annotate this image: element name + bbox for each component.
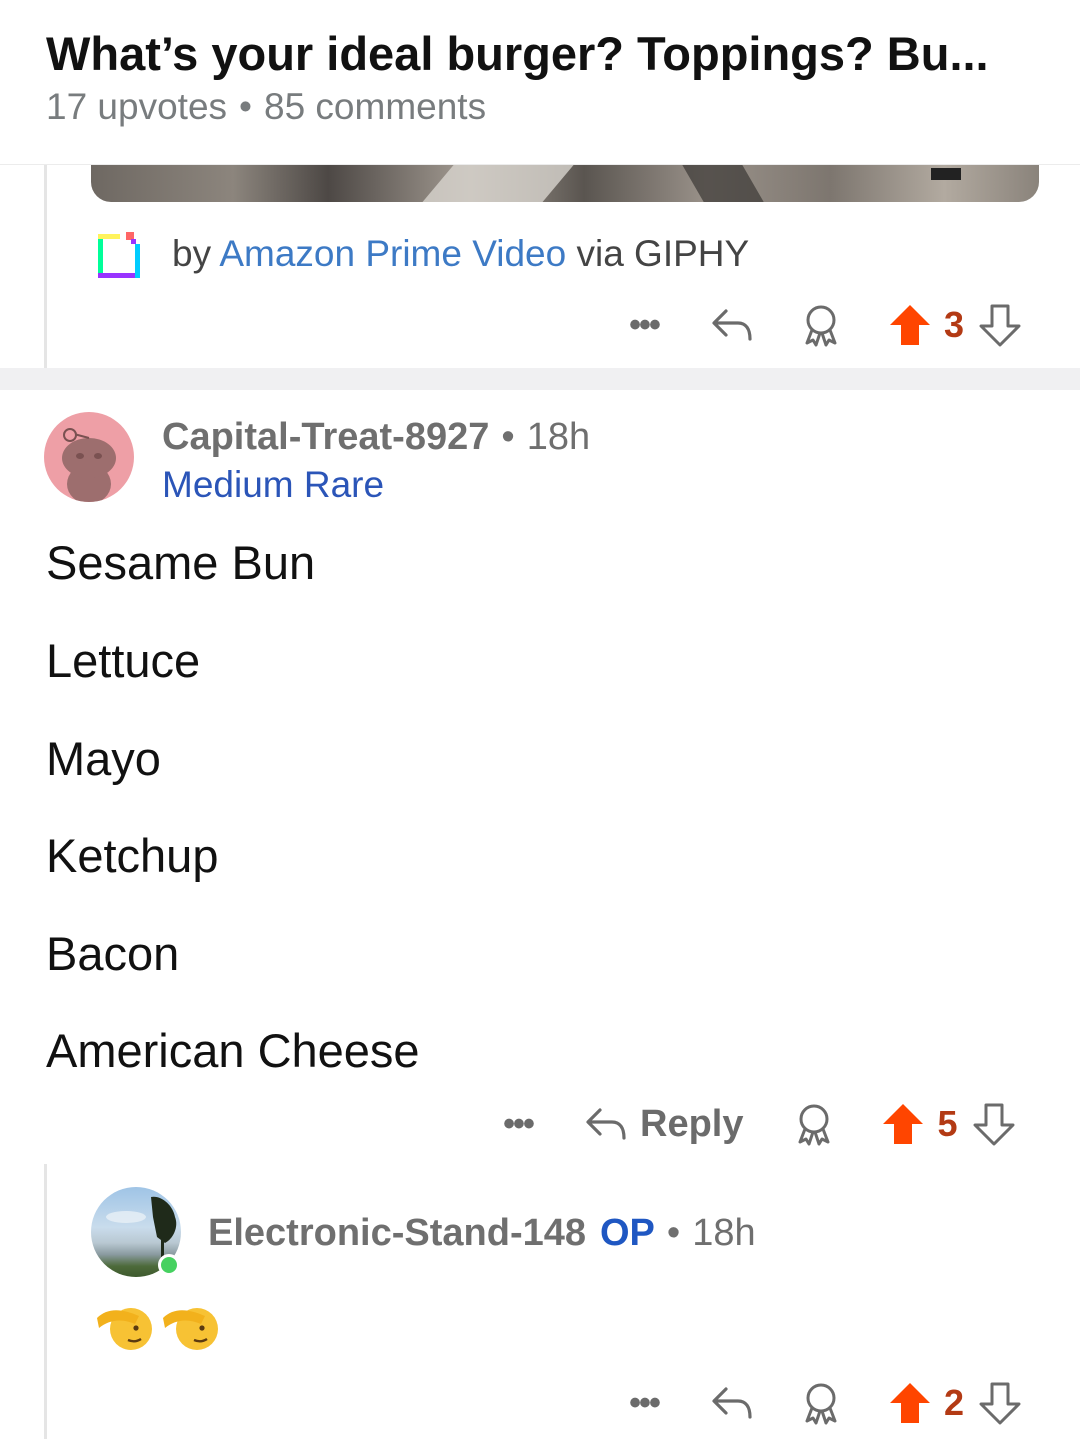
downvote-button[interactable] bbox=[978, 1381, 1022, 1425]
score: 2 bbox=[944, 1382, 965, 1423]
comment-author[interactable]: Electronic-Stand-148 OP • 18h bbox=[208, 1212, 756, 1255]
upvote-button[interactable] bbox=[888, 303, 932, 347]
upvote-arrow-icon bbox=[890, 1383, 930, 1423]
score: 5 bbox=[937, 1103, 958, 1144]
thread-line[interactable] bbox=[44, 165, 47, 368]
upvote-arrow-icon bbox=[890, 305, 930, 345]
downvote-arrow-icon bbox=[973, 1103, 1015, 1146]
user-flair: Medium Rare bbox=[162, 464, 385, 505]
thread-line[interactable] bbox=[44, 1164, 47, 1439]
giphy-attribution: by Amazon Prime Video via GIPHY bbox=[96, 228, 749, 280]
post-meta: 17 upvotes • 85 comments bbox=[46, 86, 486, 128]
gif-detail bbox=[931, 168, 961, 180]
comment-actions: ••• 2 bbox=[622, 1378, 1022, 1428]
snoo-avatar-icon bbox=[62, 428, 116, 502]
comment-actions: ••• 3 bbox=[622, 300, 1022, 350]
more-options-button[interactable]: ••• bbox=[496, 1105, 540, 1144]
meta-separator: • bbox=[239, 86, 252, 127]
more-options-button[interactable]: ••• bbox=[622, 1384, 666, 1423]
reply-arrow-icon bbox=[712, 1387, 752, 1419]
comment-actions: ••• Reply 5 bbox=[496, 1098, 1016, 1150]
award-icon bbox=[805, 305, 837, 347]
upvote-button[interactable] bbox=[888, 1381, 932, 1425]
username-text[interactable]: Capital-Treat-8927 bbox=[162, 416, 489, 458]
award-icon bbox=[798, 1104, 830, 1146]
avatar[interactable] bbox=[44, 412, 134, 502]
reply-arrow-icon bbox=[712, 309, 752, 341]
more-options-button[interactable]: ••• bbox=[622, 306, 666, 345]
upvote-count: 17 upvotes bbox=[46, 86, 228, 127]
online-status-indicator bbox=[158, 1254, 180, 1276]
award-icon bbox=[805, 1383, 837, 1425]
comment-body-line: Ketchup bbox=[46, 829, 219, 882]
comment-author[interactable]: Capital-Treat-8927 • 18h bbox=[162, 416, 590, 459]
upvote-button[interactable] bbox=[881, 1102, 925, 1146]
comment-count: 85 comments bbox=[264, 86, 487, 127]
award-button[interactable] bbox=[800, 1381, 842, 1425]
post-title[interactable]: What’s your ideal burger? Toppings? Bu..… bbox=[46, 26, 1046, 81]
username-text[interactable]: Electronic-Stand-148 bbox=[208, 1212, 586, 1254]
comment-body-line: Lettuce bbox=[46, 634, 201, 687]
comment-time: 18h bbox=[692, 1212, 756, 1254]
comment-body-line: American Cheese bbox=[46, 1024, 420, 1077]
reply-button[interactable]: Reply bbox=[584, 1103, 743, 1146]
comment-time: 18h bbox=[526, 416, 591, 458]
post-header[interactable]: What’s your ideal burger? Toppings? Bu..… bbox=[0, 0, 1080, 165]
reply-button[interactable] bbox=[710, 305, 754, 345]
op-badge: OP bbox=[600, 1212, 655, 1254]
downvote-button[interactable] bbox=[978, 303, 1022, 347]
downvote-arrow-icon bbox=[979, 1382, 1021, 1425]
meta-separator: • bbox=[666, 1212, 681, 1254]
score: 3 bbox=[944, 304, 965, 345]
comment-divider bbox=[0, 368, 1080, 390]
downvote-button[interactable] bbox=[972, 1102, 1016, 1146]
downvote-arrow-icon bbox=[979, 304, 1021, 347]
reply-arrow-icon bbox=[586, 1108, 626, 1140]
reply-button[interactable] bbox=[710, 1383, 754, 1423]
comment-body-line: Sesame Bun bbox=[46, 536, 316, 589]
giphy-source-link[interactable]: Amazon Prime Video bbox=[219, 233, 566, 274]
comment-body-line: Mayo bbox=[46, 732, 161, 785]
award-button[interactable] bbox=[800, 303, 842, 347]
comment-emoji bbox=[95, 1298, 219, 1356]
giphy-via: via GIPHY bbox=[576, 233, 750, 274]
giphy-by: by bbox=[172, 233, 212, 274]
saluting-face-emoji bbox=[97, 1308, 218, 1350]
upvote-arrow-icon bbox=[883, 1104, 924, 1144]
comment-thread-screen: What’s your ideal burger? Toppings? Bu..… bbox=[0, 0, 1080, 1439]
comment-body-line: Bacon bbox=[46, 927, 180, 980]
award-button[interactable] bbox=[793, 1102, 835, 1146]
giphy-logo-icon bbox=[96, 228, 142, 280]
reply-label[interactable]: Reply bbox=[640, 1103, 743, 1146]
meta-separator: • bbox=[501, 416, 515, 458]
giphy-text: by Amazon Prime Video via GIPHY bbox=[172, 233, 749, 275]
